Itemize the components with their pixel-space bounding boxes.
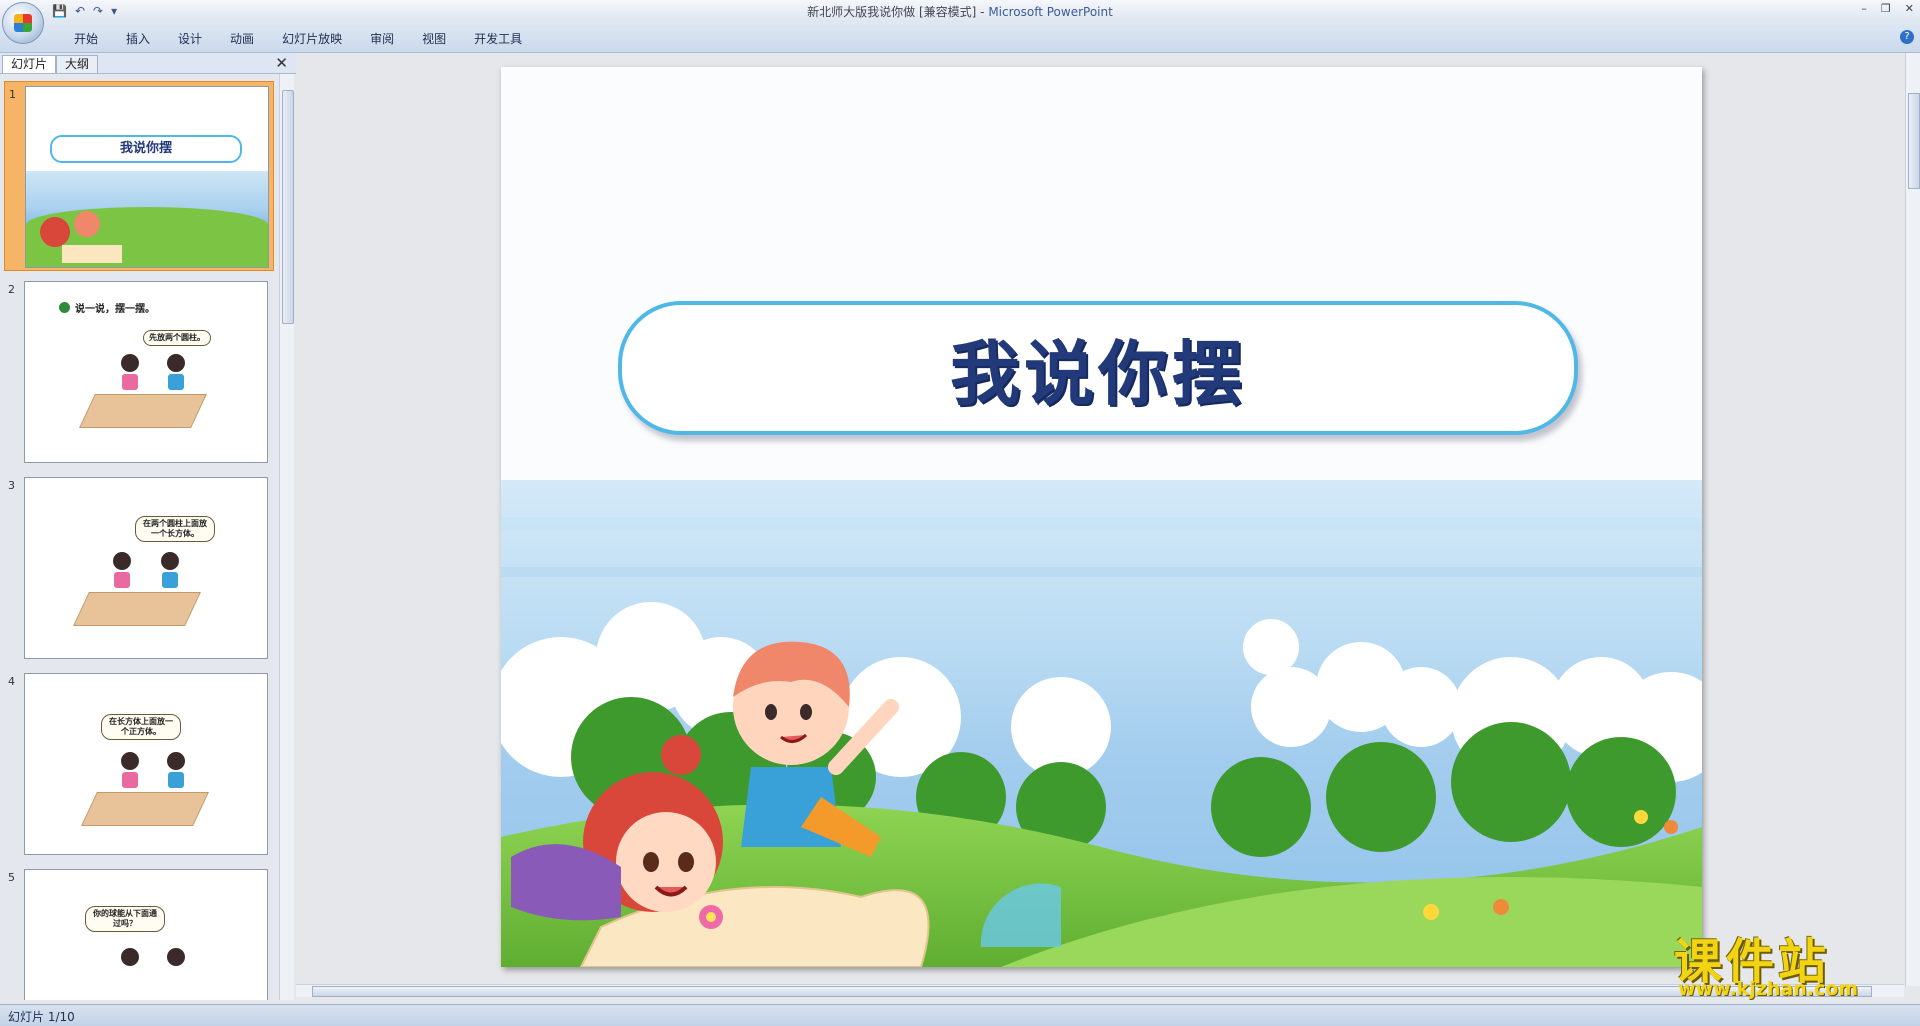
tab-animation[interactable]: 动画 (216, 30, 268, 47)
tab-home[interactable]: 开始 (60, 30, 112, 47)
tab-insert[interactable]: 插入 (112, 30, 164, 47)
ribbon-tabs: 开始 插入 设计 动画 幻灯片放映 审阅 视图 开发工具 (60, 30, 536, 47)
tab-design[interactable]: 设计 (164, 30, 216, 47)
girl-image (121, 948, 139, 966)
boy-image (167, 752, 185, 770)
watermark-url: www.kjzhan.com (1678, 978, 1859, 1000)
close-button[interactable]: ✕ (1905, 2, 1914, 15)
slide-thumbnail-3[interactable]: 3 在两个圆柱上面放一个长方体。 (4, 473, 272, 661)
boy-body-image (162, 572, 178, 588)
boy-body-image (168, 772, 184, 788)
slide-preview: 我说你摆 (25, 86, 269, 268)
office-logo-icon (14, 14, 32, 32)
girl-image (113, 552, 131, 570)
slide-background-illustration (501, 480, 1702, 967)
window-controls: – ❐ ✕ (1861, 2, 1914, 15)
slide-number: 3 (8, 479, 15, 492)
slide-canvas[interactable]: 我说你摆 (501, 67, 1702, 967)
slide-horizontal-scrollbar[interactable] (296, 984, 1904, 997)
watermark-logo: 课件站 www.kjzhan.com (1672, 922, 1902, 1002)
scroll-thumb[interactable] (1908, 93, 1920, 189)
tab-review[interactable]: 审阅 (356, 30, 408, 47)
girl-image (121, 752, 139, 770)
speech-bubble: 在长方体上面放一个正方体。 (101, 714, 181, 740)
table-image (79, 394, 207, 428)
panel-tabs: 幻灯片 大纲 ✕ (0, 53, 296, 74)
slide-title[interactable]: 我说你摆 (950, 318, 1246, 419)
tab-outline[interactable]: 大纲 (56, 55, 99, 73)
slide-preview: 在两个圆柱上面放一个长方体。 (24, 477, 268, 659)
speech-bubble: 你的球能从下面通过吗？ (85, 906, 165, 932)
slide-number: 1 (9, 88, 16, 101)
boy-body-image (168, 374, 184, 390)
thumbnail-scrollbar[interactable] (279, 74, 294, 1000)
table-image (73, 592, 201, 626)
scroll-thumb[interactable] (312, 986, 1872, 997)
office-button[interactable] (2, 2, 44, 44)
tab-view[interactable]: 视图 (408, 30, 460, 47)
restore-button[interactable]: ❐ (1881, 2, 1891, 15)
tab-slideshow[interactable]: 幻灯片放映 (268, 30, 356, 47)
title-bar: 💾 ↶ ↷ ▾ 新北师大版我说你做 [兼容模式] - Microsoft Pow… (0, 0, 1920, 22)
window-title: 新北师大版我说你做 [兼容模式] - Microsoft PowerPoint (0, 3, 1920, 20)
help-icon[interactable]: ? (1900, 30, 1914, 44)
minimize-button[interactable]: – (1861, 2, 1867, 15)
app-name: Microsoft PowerPoint (988, 5, 1113, 19)
slide-vertical-scrollbar[interactable] (1905, 53, 1920, 986)
slide-number: 2 (8, 283, 15, 296)
girl-body-image (122, 374, 138, 390)
bullet-icon (59, 302, 70, 313)
table-image (81, 792, 209, 826)
slide-preview: 你的球能从下面通过吗？ (24, 869, 268, 1000)
girl-body-image (114, 572, 130, 588)
scroll-thumb[interactable] (282, 90, 294, 324)
slide-preview: 在长方体上面放一个正方体。 (24, 673, 268, 855)
slide-thumbnail-2[interactable]: 2 说一说，摆一摆。 先放两个圆柱。 (4, 277, 272, 465)
girl-image (121, 354, 139, 372)
slide-counter: 幻灯片 1/10 (8, 1010, 75, 1024)
slide-thumbnail-5[interactable]: 5 你的球能从下面通过吗？ (4, 865, 272, 1000)
boy-image (74, 211, 100, 237)
slide-thumbnail-4[interactable]: 4 在长方体上面放一个正方体。 (4, 669, 272, 857)
tab-slides[interactable]: 幻灯片 (2, 55, 57, 73)
boy-image (167, 948, 185, 966)
slide-preview: 说一说，摆一摆。 先放两个圆柱。 (24, 281, 268, 463)
slide-thumbnail-list: 1 我说你摆 2 说一说，摆一摆。 先放两个圆柱。 3 在两个圆柱上面放一个长方… (0, 74, 278, 1000)
close-panel-icon[interactable]: ✕ (275, 54, 288, 72)
slide-thumbnail-1[interactable]: 1 我说你摆 (4, 81, 274, 271)
tab-developer[interactable]: 开发工具 (460, 30, 536, 47)
speech-bubble: 在两个圆柱上面放一个长方体。 (135, 516, 215, 542)
ribbon: 开始 插入 设计 动画 幻灯片放映 审阅 视图 开发工具 ? (0, 22, 1920, 53)
slide-number: 4 (8, 675, 15, 688)
boy-image (167, 354, 185, 372)
girl-body-image (122, 772, 138, 788)
slide-number: 5 (8, 871, 15, 884)
boy-image (161, 552, 179, 570)
status-bar: 幻灯片 1/10 (0, 1004, 1920, 1026)
document-title: 新北师大版我说你做 [兼容模式] - (807, 5, 989, 19)
girl-image (40, 217, 70, 247)
thumb-title: 我说你摆 (50, 135, 242, 163)
speech-bubble: 先放两个圆柱。 (143, 330, 211, 346)
thumb-heading: 说一说，摆一摆。 (75, 304, 155, 315)
slide-title-box[interactable]: 我说你摆 (618, 301, 1578, 435)
book-image (62, 245, 122, 263)
